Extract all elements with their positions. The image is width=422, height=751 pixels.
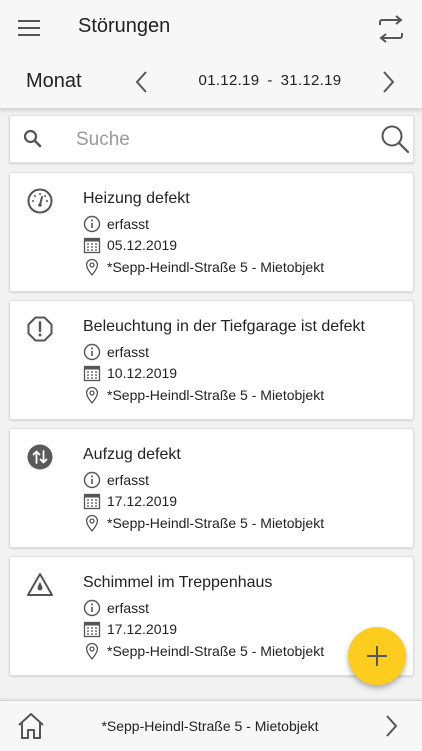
incident-date-row: 10.12.2019 <box>83 363 177 383</box>
home-icon[interactable] <box>16 711 46 741</box>
incident-location: *Sepp-Heindl-Straße 5 - Mietobjekt <box>107 259 325 275</box>
add-incident-button[interactable] <box>348 627 406 685</box>
incident-location: *Sepp-Heindl-Straße 5 - Mietobjekt <box>107 515 325 531</box>
sync-icon[interactable] <box>376 14 406 44</box>
chevron-right-icon[interactable] <box>376 68 400 96</box>
bottom-bar: *Sepp-Heindl-Straße 5 - Mietobjekt <box>0 700 422 751</box>
calendar-icon <box>83 493 101 510</box>
incident-date-row: 17.12.2019 <box>83 619 177 639</box>
incident-title: Heizung defekt <box>83 190 190 207</box>
incident-status: erfasst <box>107 472 150 488</box>
menu-icon[interactable] <box>18 16 44 40</box>
location-pin-icon <box>85 386 99 404</box>
incident-card[interactable]: Aufzug defekt erfasst 17.12.2019 *Sepp-H… <box>9 428 414 548</box>
date-separator: - <box>267 72 273 89</box>
calendar-icon <box>83 237 101 254</box>
water-warning-icon <box>27 573 53 596</box>
location-pin-icon <box>85 514 99 532</box>
incident-status-row: erfasst <box>83 470 149 490</box>
incident-location-row: *Sepp-Heindl-Straße 5 - Mietobjekt <box>83 385 324 405</box>
info-icon <box>83 599 101 617</box>
incident-card[interactable]: Beleuchtung in der Tiefgarage ist defekt… <box>9 300 414 420</box>
search-bar <box>9 115 414 163</box>
incident-location-row: *Sepp-Heindl-Straße 5 - Mietobjekt <box>83 641 324 661</box>
incident-date: 17.12.2019 <box>107 621 178 637</box>
date-range: 01.12.19-31.12.19 <box>170 72 370 89</box>
incident-title: Schimmel im Treppenhaus <box>83 574 273 591</box>
incident-location-row: *Sepp-Heindl-Straße 5 - Mietobjekt <box>83 257 324 277</box>
date-to: 31.12.19 <box>280 72 342 89</box>
chevron-right-icon[interactable] <box>380 713 402 739</box>
search-button-icon[interactable] <box>380 124 410 154</box>
gauge-icon <box>27 188 53 214</box>
alert-octagon-icon <box>27 316 53 342</box>
search-icon <box>23 129 42 148</box>
incident-date: 10.12.2019 <box>107 365 178 381</box>
incident-status-row: erfasst <box>83 342 149 362</box>
elevator-icon <box>27 444 53 470</box>
incident-status: erfasst <box>107 600 150 616</box>
incident-date: 17.12.2019 <box>107 493 178 509</box>
info-icon <box>83 471 101 489</box>
calendar-icon <box>83 621 101 638</box>
incident-status-row: erfasst <box>83 598 149 618</box>
info-icon <box>83 215 101 233</box>
period-selector[interactable]: Monat <box>26 70 82 93</box>
search-input[interactable] <box>74 125 368 155</box>
app-bar: Störungen Monat 01.12.19-31.12.19 <box>0 0 422 109</box>
incident-location: *Sepp-Heindl-Straße 5 - Mietobjekt <box>107 643 325 659</box>
info-icon <box>83 343 101 361</box>
chevron-left-icon[interactable] <box>130 68 154 96</box>
incident-date: 05.12.2019 <box>107 237 178 253</box>
incident-status-row: erfasst <box>83 214 149 234</box>
incident-status: erfasst <box>107 344 150 360</box>
date-from: 01.12.19 <box>198 72 260 89</box>
incident-card[interactable]: Heizung defekt erfasst 05.12.2019 *Sepp-… <box>9 172 414 292</box>
incident-location: *Sepp-Heindl-Straße 5 - Mietobjekt <box>107 387 325 403</box>
location-pin-icon <box>85 642 99 660</box>
incident-date-row: 05.12.2019 <box>83 235 177 255</box>
incident-location-row: *Sepp-Heindl-Straße 5 - Mietobjekt <box>83 513 324 533</box>
calendar-icon <box>83 365 101 382</box>
location-pin-icon <box>85 258 99 276</box>
page-title: Störungen <box>78 15 171 37</box>
current-property-label[interactable]: *Sepp-Heindl-Straße 5 - Mietobjekt <box>60 718 360 734</box>
incident-title: Aufzug defekt <box>83 446 181 463</box>
plus-icon <box>367 646 387 666</box>
incident-title: Beleuchtung in der Tiefgarage ist defekt <box>83 318 365 335</box>
incident-date-row: 17.12.2019 <box>83 491 177 511</box>
incident-status: erfasst <box>107 216 150 232</box>
